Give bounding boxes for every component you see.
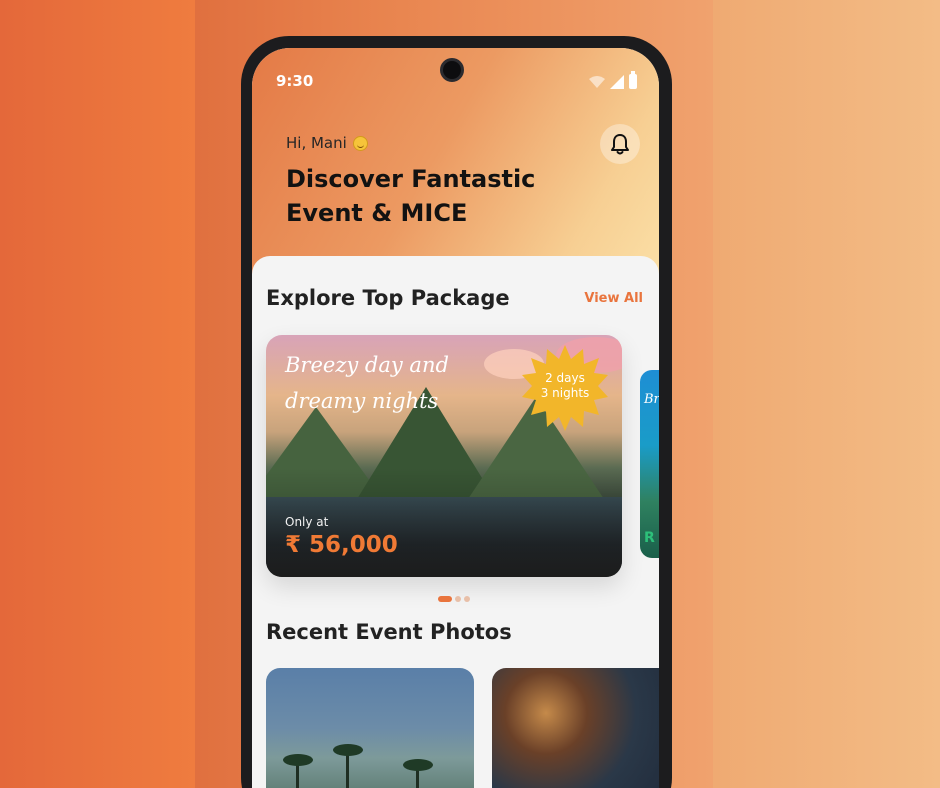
greeting: Hi, Mani [286, 134, 368, 152]
package-tagline: Breezy day and dreamy nights [285, 347, 449, 419]
carousel-dot[interactable] [464, 596, 470, 602]
package-card[interactable]: Breezy day and dreamy nights 2 days 3 ni… [266, 335, 622, 577]
front-camera [440, 58, 464, 82]
signal-icon [610, 74, 624, 89]
status-icons [589, 71, 637, 89]
wifi-icon [589, 75, 605, 88]
section-title-top-package: Explore Top Package [266, 286, 510, 310]
event-photo[interactable] [492, 668, 659, 788]
greeting-text: Hi, Mani [286, 134, 347, 152]
battery-icon [629, 71, 637, 89]
package-price: ₹ 56,000 [285, 532, 398, 558]
notifications-button[interactable] [600, 124, 640, 164]
background-left-panel [0, 0, 195, 788]
event-photo[interactable] [266, 668, 474, 788]
bell-icon [611, 134, 629, 155]
background-right-panel [713, 0, 940, 788]
view-all-link[interactable]: View All [584, 291, 643, 306]
phone-volume-button [666, 390, 672, 452]
palm-frond [283, 754, 313, 766]
carousel-dot[interactable] [455, 596, 461, 602]
next-card-label: R [644, 530, 655, 546]
smile-emoji-icon [352, 135, 368, 151]
phone-screen: 9:30 Hi, Mani Discover Fantastic Event &… [252, 48, 659, 788]
carousel-dot-active[interactable] [438, 596, 452, 602]
duration-nights: 3 nights [540, 386, 590, 400]
price-prefix: Only at [285, 515, 329, 529]
carousel-indicator [438, 596, 470, 602]
page-title: Discover Fantastic Event & MICE [286, 162, 586, 230]
tagline-line-1: Breezy day and [285, 353, 449, 377]
tagline-line-2: dreamy nights [285, 389, 439, 413]
content-sheet: Explore Top Package View All Breezy day … [252, 256, 659, 788]
headline-line-1: Discover Fantastic [286, 165, 536, 193]
status-time: 9:30 [276, 72, 314, 90]
headline-line-2: Event & MICE [286, 199, 468, 227]
palm-frond [333, 744, 363, 756]
duration-days: 2 days [545, 371, 585, 385]
palm-frond [403, 759, 433, 771]
phone-power-button [666, 207, 672, 325]
next-card-tagline: Br [644, 392, 659, 407]
duration-badge: 2 days 3 nights [522, 371, 608, 401]
package-card-next[interactable]: Br R [640, 370, 659, 558]
section-title-recent-photos: Recent Event Photos [266, 620, 512, 644]
